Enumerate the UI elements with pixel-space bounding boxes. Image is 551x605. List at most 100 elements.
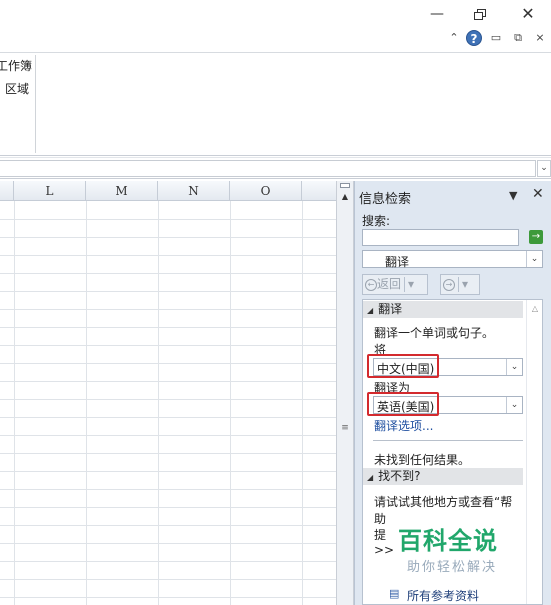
- gridline: [0, 597, 336, 598]
- forward-menu-icon: ▾: [462, 277, 469, 291]
- forward-arrow-icon: →: [443, 278, 455, 291]
- search-label: 搜索:: [362, 214, 391, 228]
- column-header-m[interactable]: M: [86, 181, 158, 201]
- gridline: [0, 291, 336, 292]
- ribbon-collapse-button[interactable]: ⌃: [446, 30, 462, 46]
- chevron-up-icon: ⌃: [449, 31, 459, 44]
- gridline: [0, 219, 336, 220]
- help-button[interactable]: ?: [466, 30, 482, 46]
- pane-title: 信息检索: [359, 192, 412, 207]
- pane-resize-grip[interactable]: ≡: [340, 424, 350, 433]
- gridline: [0, 273, 336, 274]
- from-language-highlight: [367, 354, 439, 378]
- gridline: [0, 237, 336, 238]
- gridline: [230, 201, 231, 605]
- service-select[interactable]: 翻译 ⌄: [362, 250, 543, 269]
- translate-description: 翻译一个单词或句子。: [374, 326, 495, 340]
- suggest-line-2: 助: [374, 512, 387, 526]
- gridline: [0, 489, 336, 490]
- chevron-down-icon: ⌄: [526, 251, 542, 267]
- column-header-n[interactable]: N: [158, 181, 230, 201]
- gridline: [0, 471, 336, 472]
- watermark-slogan: 助你轻松解决: [407, 560, 498, 575]
- arrow-right-icon: →: [531, 231, 541, 242]
- gridline: [0, 579, 336, 580]
- column-header-partial[interactable]: [0, 181, 14, 201]
- back-label: 返回: [377, 277, 402, 291]
- back-separator: [404, 277, 406, 292]
- notfound-section-header[interactable]: ◢ 找不到?: [363, 468, 523, 485]
- service-select-value: 翻译: [385, 255, 410, 269]
- worksheet-grid[interactable]: L M N O: [0, 181, 336, 605]
- gridline: [0, 525, 336, 526]
- ribbon: 工作簿 区域: [0, 52, 551, 156]
- translation-options-link[interactable]: 翻译选项...: [374, 417, 433, 434]
- collapse-triangle-icon: ◢: [367, 306, 374, 315]
- formula-input[interactable]: [0, 160, 536, 177]
- window-restore-button[interactable]: [471, 6, 491, 22]
- search-input[interactable]: [362, 229, 519, 246]
- suggest-line-1: 请试试其他地方或查看“帮: [374, 495, 513, 509]
- book-icon: ▤: [389, 587, 400, 600]
- forward-separator: [458, 277, 459, 292]
- window-close-button[interactable]: ✕: [518, 6, 538, 22]
- section-divider: [373, 440, 523, 441]
- gridline: [302, 201, 303, 605]
- notfound-section-title: 找不到?: [378, 469, 421, 483]
- gridline: [0, 507, 336, 508]
- workbook-minimize-button[interactable]: ▭: [488, 30, 504, 46]
- gridline: [0, 345, 336, 346]
- ribbon-command-region[interactable]: 区域: [5, 80, 29, 97]
- column-header-partial-right[interactable]: [302, 181, 336, 201]
- back-arrow-icon: ←: [365, 278, 377, 291]
- research-pane: 信息检索 ▼ ✕ 搜索: → 翻译 ⌄ ← 返回 ▾ → ▾ ◢ 翻译 翻译一个单词或句…: [354, 181, 551, 605]
- scroll-up-icon: △: [531, 304, 539, 313]
- forward-button[interactable]: → ▾: [440, 274, 480, 295]
- window-minimize-button[interactable]: —: [427, 6, 447, 22]
- gridline: [0, 381, 336, 382]
- gridline: [0, 399, 336, 400]
- all-references-link[interactable]: 所有参考资料: [407, 587, 479, 604]
- back-button[interactable]: ← 返回 ▾: [362, 274, 428, 295]
- gridline: [0, 255, 336, 256]
- gridline: [86, 201, 87, 605]
- chevron-down-icon: ⌄: [506, 359, 522, 375]
- gridline: [0, 561, 336, 562]
- gridline: [0, 543, 336, 544]
- ribbon-separator: [35, 55, 36, 153]
- help-icon: ?: [470, 32, 478, 46]
- chevron-down-icon: ⌄: [540, 163, 548, 173]
- gridline: [0, 435, 336, 436]
- formula-bar: ⌄: [0, 157, 551, 179]
- restore-icon-back: [474, 12, 483, 20]
- chevron-down-icon: ⌄: [506, 397, 522, 413]
- no-results-text: 未找到任何结果。: [374, 453, 471, 467]
- translate-section-title: 翻译: [378, 302, 403, 316]
- to-language-highlight: [367, 392, 439, 416]
- gridline: [158, 201, 159, 605]
- vertical-scrollbar[interactable]: ▲ ≡: [336, 181, 354, 605]
- results-scrollbar[interactable]: △: [526, 300, 542, 604]
- ribbon-command-workbook[interactable]: 工作簿: [0, 57, 32, 74]
- watermark-brand: 百科全说: [398, 527, 498, 555]
- gridline: [0, 417, 336, 418]
- workbook-restore-button[interactable]: ⧉: [510, 30, 526, 46]
- suggest-line-3: 提: [374, 528, 387, 542]
- formula-expand-button[interactable]: ⌄: [537, 160, 551, 177]
- search-go-button[interactable]: →: [529, 230, 543, 244]
- suggest-more-link[interactable]: >>: [374, 543, 394, 557]
- pane-close-button[interactable]: ✕: [532, 186, 544, 202]
- split-handle[interactable]: [340, 183, 350, 188]
- gridline: [0, 327, 336, 328]
- gridline: [0, 453, 336, 454]
- translate-section-header[interactable]: ◢ 翻译: [363, 301, 523, 318]
- gridline: [14, 201, 15, 605]
- gridline: [0, 309, 336, 310]
- workbook-close-button[interactable]: ⨯: [532, 30, 548, 46]
- back-menu-icon: ▾: [408, 277, 415, 291]
- column-header-l[interactable]: L: [14, 181, 86, 201]
- collapse-triangle-icon: ◢: [367, 473, 374, 482]
- pane-options-button[interactable]: ▼: [509, 189, 517, 202]
- column-header-o[interactable]: O: [230, 181, 302, 201]
- scroll-up-button[interactable]: ▲: [337, 191, 353, 203]
